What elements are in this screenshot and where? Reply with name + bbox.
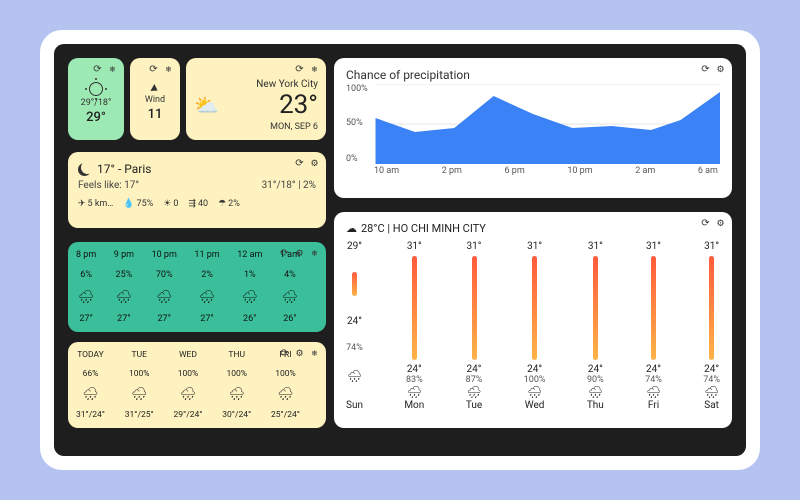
headline: 17° - Paris [97, 162, 151, 176]
snow-icon[interactable] [309, 348, 320, 359]
snow-icon[interactable] [309, 64, 320, 75]
hourly-col: 10 pm70%🌧27° [152, 250, 177, 324]
refresh-icon[interactable] [700, 64, 711, 75]
app-frame: 29°/18° 29° Wind 11 ⛅ New York City 23° … [40, 30, 760, 470]
widget-paris[interactable]: 17° - Paris Feels like: 17°31°/18° | 2% … [68, 152, 326, 228]
widget-nyc[interactable]: ⛅ New York City 23° MON, SEP 6 [186, 58, 326, 140]
date-label: MON, SEP 6 [270, 122, 318, 132]
day-col: WED100%🌧29°/24° [174, 350, 203, 420]
snow-icon[interactable] [163, 64, 174, 75]
hourly-col: 8 pm6%🌧27° [76, 250, 96, 324]
week-col: 31°24°87%🌧Tue [466, 241, 483, 411]
gear-icon[interactable] [294, 348, 305, 359]
hourly-col: 9 pm25%🌧27° [114, 250, 134, 324]
widget-current-temp[interactable]: 29°/18° 29° [68, 58, 124, 140]
day-col: TUE100%🌧31°/25° [125, 350, 154, 420]
gear-icon[interactable] [294, 248, 305, 259]
y-label-0: 0% [346, 154, 358, 164]
refresh-icon[interactable] [148, 64, 159, 75]
widget-hourly[interactable]: 8 pm6%🌧27° 9 pm25%🌧27° 10 pm70%🌧27° 11 pm2%… [68, 242, 326, 332]
day-col: FRI100%🌧25°/24° [271, 350, 300, 420]
stat-wind: ✈ 5 km… [78, 199, 113, 209]
week-col: 31°24°74%🌧Sat [703, 241, 720, 411]
refresh-icon[interactable] [92, 64, 103, 75]
widget-hcmc-week[interactable]: ☁ 28°C | HO CHI MINH CITY 29°24°74%🌧Sun 3… [334, 212, 732, 428]
week-col: 31°24°90%🌧Thu [587, 241, 604, 411]
stat-aqi: ⇶ 40 [188, 199, 208, 209]
hourly-col: 1 am4%🌧26° [280, 250, 300, 324]
week-col: 31°24°74%🌧Fri [645, 241, 662, 411]
feels-like: Feels like: 17° [78, 180, 139, 191]
hourly-col: 12 am1%🌧26° [237, 250, 262, 324]
week-col: 31°24°83%🌧Mon [404, 241, 424, 411]
day-col: THU100%🌧30°/24° [222, 350, 251, 420]
y-label-100: 100% [346, 84, 368, 94]
stat-uv: ☀ 0 [163, 199, 178, 209]
widget-precip-chart[interactable]: Chance of precipitation 100% 50% 0% 10 a… [334, 58, 732, 198]
temp-text: 29° [86, 110, 106, 125]
hourly-col: 11 pm2%🌧27° [194, 250, 219, 324]
hilo-precip: 31°/18° | 2% [262, 180, 316, 191]
gear-icon[interactable] [715, 64, 726, 75]
chart-title: Chance of precipitation [346, 68, 720, 82]
partly-cloudy-icon: ⛅ [194, 93, 219, 117]
wind-value: 11 [148, 107, 163, 122]
day-col: TODAY66%🌧31°/24° [76, 350, 105, 420]
widget-wind[interactable]: Wind 11 [130, 58, 180, 140]
week-col: 31°24°100%🌧Wed [524, 241, 546, 411]
gear-icon[interactable] [715, 218, 726, 229]
gear-icon[interactable] [309, 158, 320, 169]
moon-icon [78, 163, 91, 176]
x-axis-labels: 10 am2 pm6 pm10 pm2 am6 am [346, 166, 720, 176]
refresh-icon[interactable] [279, 348, 290, 359]
refresh-icon[interactable] [294, 158, 305, 169]
sun-icon [89, 82, 103, 96]
y-label-50: 50% [346, 118, 363, 128]
wind-direction-icon [150, 84, 159, 94]
refresh-icon[interactable] [294, 64, 305, 75]
week-col: 29°24°74%🌧Sun [346, 241, 363, 411]
hcmc-header: ☁ 28°C | HO CHI MINH CITY [346, 222, 720, 235]
precip-area-chart [346, 84, 720, 164]
stat-humidity: 💧 75% [123, 199, 153, 209]
refresh-icon[interactable] [279, 248, 290, 259]
stat-precip: ☂ 2% [218, 199, 240, 209]
snow-icon[interactable] [309, 248, 320, 259]
city-label: New York City [256, 79, 318, 90]
widget-fiveday[interactable]: TODAY66%🌧31°/24° TUE100%🌧31°/25° WED100%🌧2… [68, 342, 326, 428]
widgets-panel: 29°/18° 29° Wind 11 ⛅ New York City 23° … [54, 44, 746, 456]
wind-label: Wind [145, 95, 165, 105]
snow-icon[interactable] [107, 64, 118, 75]
temp-large: 23° [279, 90, 318, 120]
refresh-icon[interactable] [700, 218, 711, 229]
